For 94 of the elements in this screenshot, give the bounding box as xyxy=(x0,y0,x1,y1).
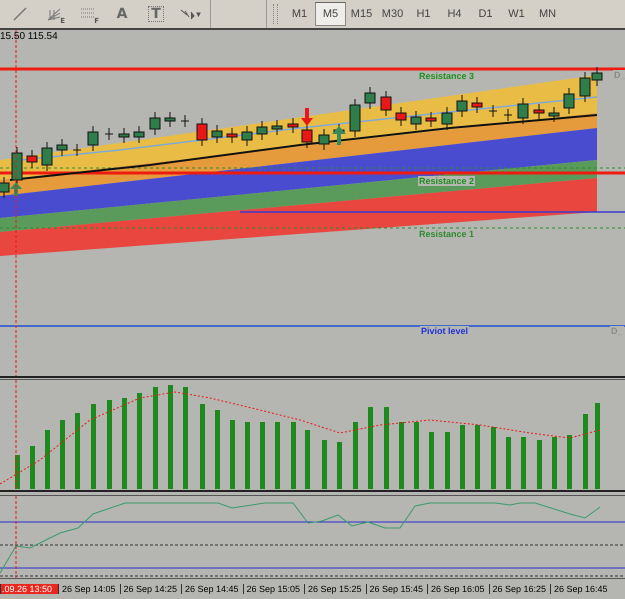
histogram-bar xyxy=(60,420,65,489)
candlestick xyxy=(150,112,160,136)
candlestick xyxy=(504,108,512,122)
candlestick xyxy=(12,146,22,186)
histogram-bar xyxy=(567,435,572,489)
text-label-tool[interactable]: T xyxy=(142,2,170,26)
price-readout: 15.50 115.54 xyxy=(0,31,58,42)
histogram-bar xyxy=(491,427,496,489)
arrows-tool-icon xyxy=(179,7,201,21)
histogram-bar xyxy=(305,430,310,489)
candlestick xyxy=(442,106,452,130)
candlestick xyxy=(456,94,468,118)
candlestick xyxy=(364,86,376,110)
line-tool-icon xyxy=(12,6,28,22)
text-tool[interactable]: A xyxy=(108,2,136,26)
histogram-bar xyxy=(460,425,465,489)
timeframe-button[interactable]: M15 xyxy=(346,2,377,26)
histogram-bar xyxy=(30,446,35,489)
candlestick xyxy=(518,98,528,124)
candlestick xyxy=(226,128,238,144)
histogram-bar xyxy=(399,422,404,489)
histogram-bar xyxy=(475,425,480,489)
timeframe-button[interactable]: M30 xyxy=(377,2,408,26)
candlestick xyxy=(564,88,574,114)
histogram-bar xyxy=(230,420,235,489)
candlestick xyxy=(380,90,392,116)
timeframe-button[interactable]: H4 xyxy=(439,2,470,26)
histogram-bar xyxy=(275,422,280,489)
candlestick xyxy=(350,98,360,138)
candlestick xyxy=(134,126,144,144)
candlestick xyxy=(0,176,10,198)
time-label: 26 Sep 15:45 xyxy=(366,584,427,594)
candlestick xyxy=(212,124,222,144)
level-label: Resistance 1 xyxy=(418,229,476,239)
candlestick xyxy=(302,124,312,148)
histogram-bar xyxy=(45,430,50,489)
candlestick xyxy=(196,118,208,146)
candlestick xyxy=(548,106,560,122)
time-label: 26 Sep 14:25 xyxy=(120,584,181,594)
level-label: Resistance 3 xyxy=(418,71,476,81)
candlestick xyxy=(164,112,176,128)
histogram-bar xyxy=(15,455,20,489)
histogram-bar xyxy=(322,440,327,489)
candlestick xyxy=(56,138,68,156)
candlestick xyxy=(272,120,282,136)
histogram-bar xyxy=(260,422,265,489)
timeframe-button[interactable]: W1 xyxy=(501,2,532,26)
candlestick xyxy=(396,106,406,126)
candlestick xyxy=(104,128,114,140)
fan-tool-icon xyxy=(46,6,62,22)
candlestick xyxy=(256,120,268,140)
buy-arrow-icon xyxy=(332,126,346,145)
timeframe-button[interactable]: M5 xyxy=(315,2,346,26)
histogram-bar xyxy=(245,422,250,489)
time-label: .09.26 13:50 xyxy=(0,584,58,594)
histogram-bar xyxy=(414,422,419,489)
candlestick xyxy=(288,118,298,134)
time-label: 26 Sep 15:25 xyxy=(304,584,366,594)
candlestick xyxy=(26,150,38,168)
candlestick xyxy=(426,112,436,128)
candlestick xyxy=(534,104,544,120)
candlestick xyxy=(472,96,482,114)
candlestick xyxy=(88,126,98,152)
timeframe-button[interactable]: MN xyxy=(532,2,563,26)
time-label: 26 Sep 14:45 xyxy=(181,584,242,594)
histogram-bar xyxy=(537,440,542,489)
histogram-bar xyxy=(521,437,526,489)
candlestick xyxy=(42,142,52,172)
timeframe-button[interactable]: H1 xyxy=(408,2,439,26)
buy-arrow-icon xyxy=(10,182,22,196)
level-label: Piviot level xyxy=(420,326,470,336)
histogram-bar xyxy=(552,437,557,489)
candlestick xyxy=(72,144,82,156)
candlestick xyxy=(488,104,498,118)
candlestick xyxy=(410,110,422,130)
histogram-bar xyxy=(291,422,296,489)
histogram-bar xyxy=(506,437,511,489)
histogram-bar xyxy=(429,432,434,489)
level-label: Resistance 2 xyxy=(418,176,476,186)
time-label: 26 Sep 16:25 xyxy=(488,584,550,594)
candlestick xyxy=(180,114,190,128)
time-label: 26 Sep 16:05 xyxy=(427,584,488,594)
time-label: 26 Sep 15:05 xyxy=(242,584,304,594)
histogram-bar xyxy=(445,432,450,489)
histogram-bar xyxy=(353,422,358,489)
candlestick xyxy=(242,126,252,146)
sell-arrow-icon xyxy=(301,108,313,126)
candlestick xyxy=(118,128,130,144)
histogram-bar xyxy=(337,442,342,489)
timeframe-button[interactable]: M1 xyxy=(284,2,315,26)
time-label: 26 Sep 16:45 xyxy=(550,584,612,594)
time-label: 26 Sep 14:05 xyxy=(58,584,120,594)
timeframe-button[interactable]: D1 xyxy=(470,2,501,26)
candlestick xyxy=(318,128,330,150)
